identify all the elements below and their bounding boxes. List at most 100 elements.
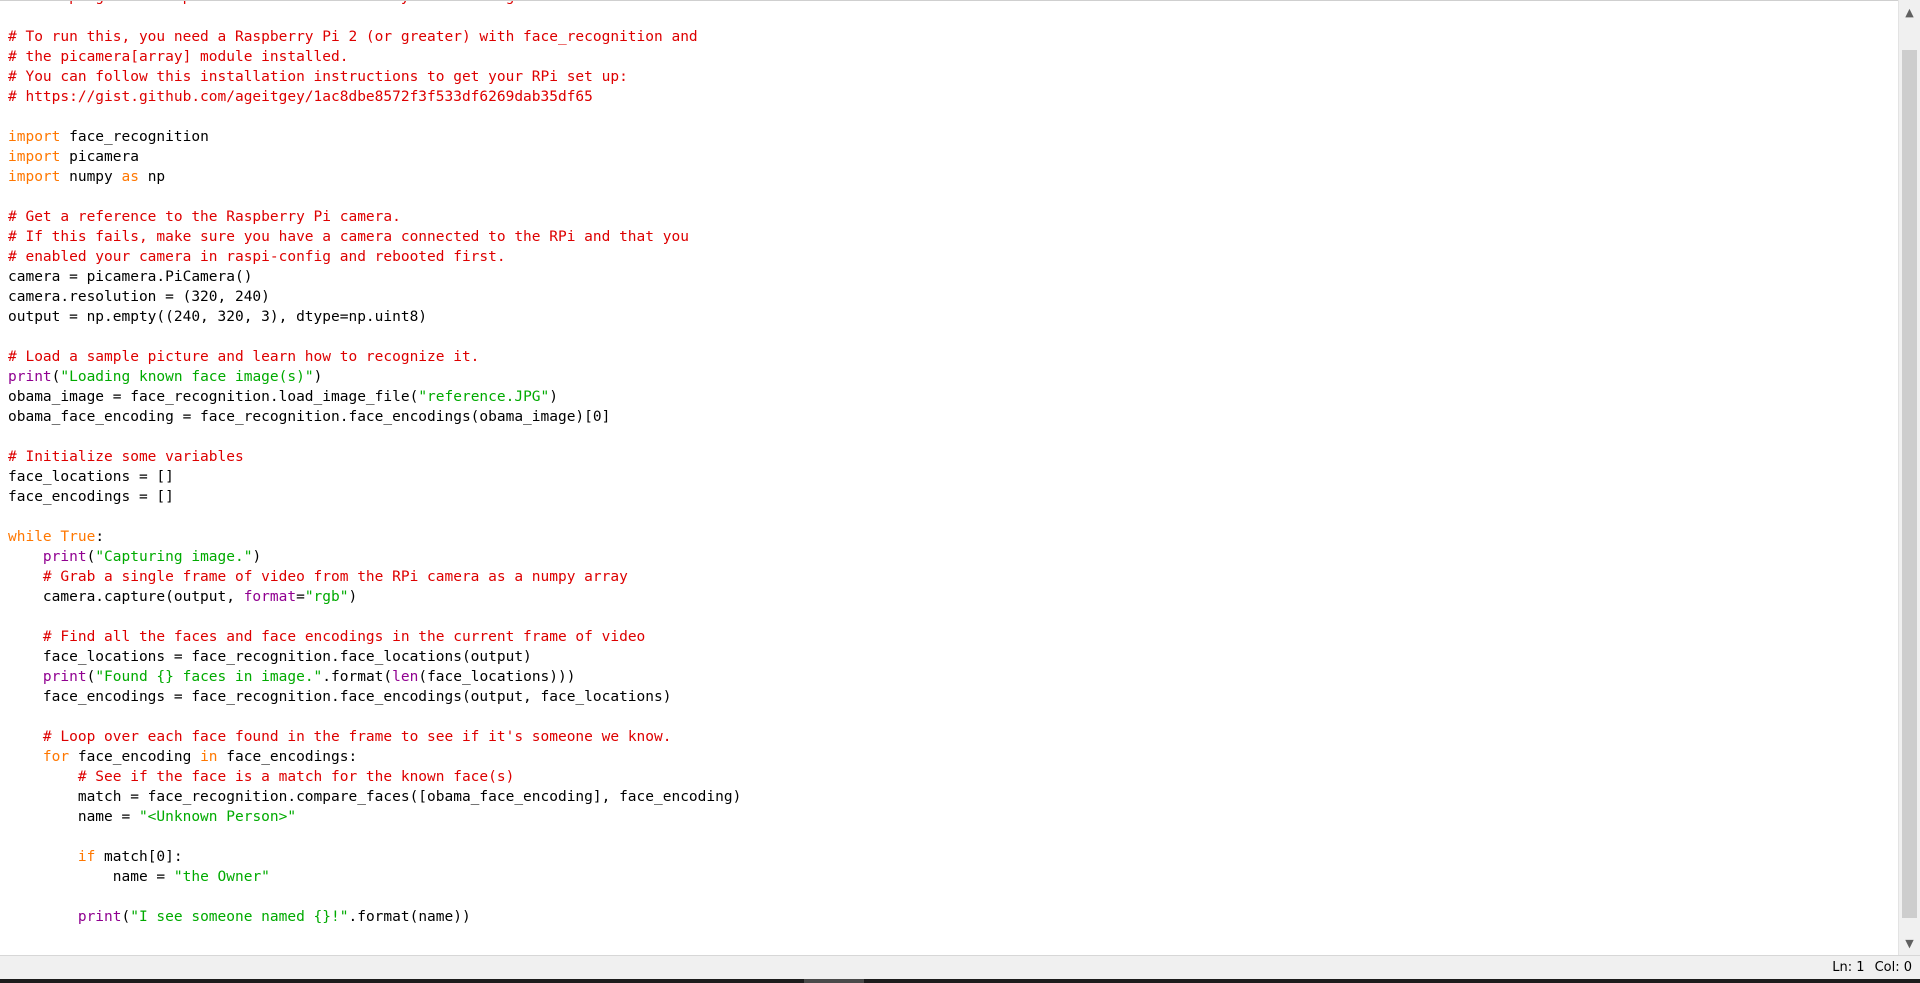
code-token: "Loading known face image(s)" — [60, 369, 314, 385]
code-token: name = — [8, 869, 174, 885]
code-line: # To run this, you need a Raspberry Pi 2… — [8, 27, 741, 47]
code-line: face_encodings = [] — [8, 487, 741, 507]
code-line: print("Capturing image.") — [8, 547, 741, 567]
code-token: ( — [86, 549, 96, 565]
code-token: len — [392, 669, 419, 685]
code-token: (face_locations))) — [418, 669, 576, 685]
code-token: "Capturing image." — [95, 549, 253, 565]
code-line: # See if the face is a match for the kno… — [8, 767, 741, 787]
code-token: format — [243, 589, 297, 605]
code-token: "reference.JPG" — [418, 389, 550, 405]
code-token: ) — [252, 549, 262, 565]
code-line: while True: — [8, 527, 741, 547]
code-token: obama_face_encoding = face_recognition.f… — [8, 409, 611, 425]
code-token: print — [8, 369, 52, 385]
code-token: name = — [8, 809, 139, 825]
code-token: face_encodings = [] — [8, 489, 174, 505]
code-line: # This program will print out the names … — [8, 1, 741, 7]
code-token: import — [8, 169, 61, 185]
code-token: as — [121, 169, 139, 185]
code-line: face_locations = face_recognition.face_l… — [8, 647, 741, 667]
code-line: # Get a reference to the Raspberry Pi ca… — [8, 207, 741, 227]
code-token: # Get a reference to the Raspberry Pi ca… — [8, 209, 401, 225]
scrollbar-thumb[interactable] — [1902, 50, 1917, 918]
code-token: "<Unknown Person>" — [138, 809, 297, 825]
code-token: # To run this, you need a Raspberry Pi 2… — [8, 29, 698, 45]
code-token: # the picamera[array] module installed. — [8, 49, 349, 65]
scroll-up-arrow-icon[interactable]: ▲ — [1899, 2, 1920, 22]
code-line: # Grab a single frame of video from the … — [8, 567, 741, 587]
code-line: camera.resolution = (320, 240) — [8, 287, 741, 307]
code-line: face_locations = [] — [8, 467, 741, 487]
code-token: True — [60, 529, 96, 545]
code-token: ) — [313, 369, 323, 385]
code-token: match = face_recognition.compare_faces([… — [8, 789, 742, 805]
code-editor[interactable]: # This program will print out the names … — [0, 0, 1898, 956]
scroll-down-arrow-icon[interactable]: ▼ — [1899, 933, 1920, 953]
code-token: print — [42, 669, 87, 685]
code-line: # https://gist.github.com/ageitgey/1ac8d… — [8, 87, 741, 107]
code-line: obama_face_encoding = face_recognition.f… — [8, 407, 741, 427]
code-token: : — [95, 529, 105, 545]
code-token: # enabled your camera in raspi-config an… — [8, 249, 506, 265]
code-line: import face_recognition — [8, 127, 741, 147]
code-token: face_locations = face_recognition.face_l… — [8, 649, 532, 665]
vertical-scrollbar[interactable]: ▲ ▼ — [1898, 0, 1920, 955]
code-token: match[0]: — [95, 849, 183, 865]
code-line: face_encodings = face_recognition.face_e… — [8, 687, 741, 707]
code-token: import — [8, 149, 61, 165]
code-token: while — [8, 529, 52, 545]
code-token: face_encodings = face_recognition.face_e… — [8, 689, 672, 705]
code-line: obama_image = face_recognition.load_imag… — [8, 387, 741, 407]
code-token: # If this fails, make sure you have a ca… — [8, 229, 689, 245]
code-token: # Grab a single frame of video from the … — [42, 569, 628, 585]
code-token: camera.capture(output, — [8, 589, 244, 605]
code-token: # See if the face is a match for the kno… — [77, 769, 515, 785]
code-line: # Loop over each face found in the frame… — [8, 727, 741, 747]
code-token: # You can follow this installation instr… — [8, 69, 628, 85]
code-line: camera.capture(output, format="rgb") — [8, 587, 741, 607]
code-line: match = face_recognition.compare_faces([… — [8, 787, 741, 807]
code-token: "Found {} faces in image." — [95, 669, 323, 685]
code-line: import numpy as np — [8, 167, 741, 187]
code-line: import picamera — [8, 147, 741, 167]
code-token: import — [8, 129, 61, 145]
code-token: np — [138, 169, 166, 185]
code-token: # This program will print out the names … — [8, 1, 698, 5]
code-token: "rgb" — [304, 589, 349, 605]
code-token: # https://gist.github.com/ageitgey/1ac8d… — [8, 89, 593, 105]
taskbar — [0, 979, 1920, 983]
code-token: if — [77, 849, 96, 865]
taskbar-active-item[interactable] — [804, 979, 864, 983]
code-token: for — [42, 749, 70, 765]
code-token: print — [77, 909, 122, 925]
code-line: # Initialize some variables — [8, 447, 741, 467]
code-line: # the picamera[array] module installed. — [8, 47, 741, 67]
code-line: print("Loading known face image(s)") — [8, 367, 741, 387]
code-token: camera = picamera.PiCamera() — [8, 269, 253, 285]
code-token: face_encoding — [69, 749, 201, 765]
code-line: name = "<Unknown Person>" — [8, 807, 741, 827]
code-token: ( — [86, 669, 96, 685]
code-line: # You can follow this installation instr… — [8, 67, 741, 87]
code-token: .format( — [322, 669, 393, 685]
code-text-area[interactable]: # This program will print out the names … — [8, 1, 741, 927]
code-token: "I see someone named {}!" — [130, 909, 349, 925]
code-token: # Find all the faces and face encodings … — [42, 629, 646, 645]
code-token: .format(name)) — [348, 909, 471, 925]
cursor-position: Ln: 1 Col: 0 — [1822, 960, 1912, 975]
code-line: # Find all the faces and face encodings … — [8, 627, 741, 647]
